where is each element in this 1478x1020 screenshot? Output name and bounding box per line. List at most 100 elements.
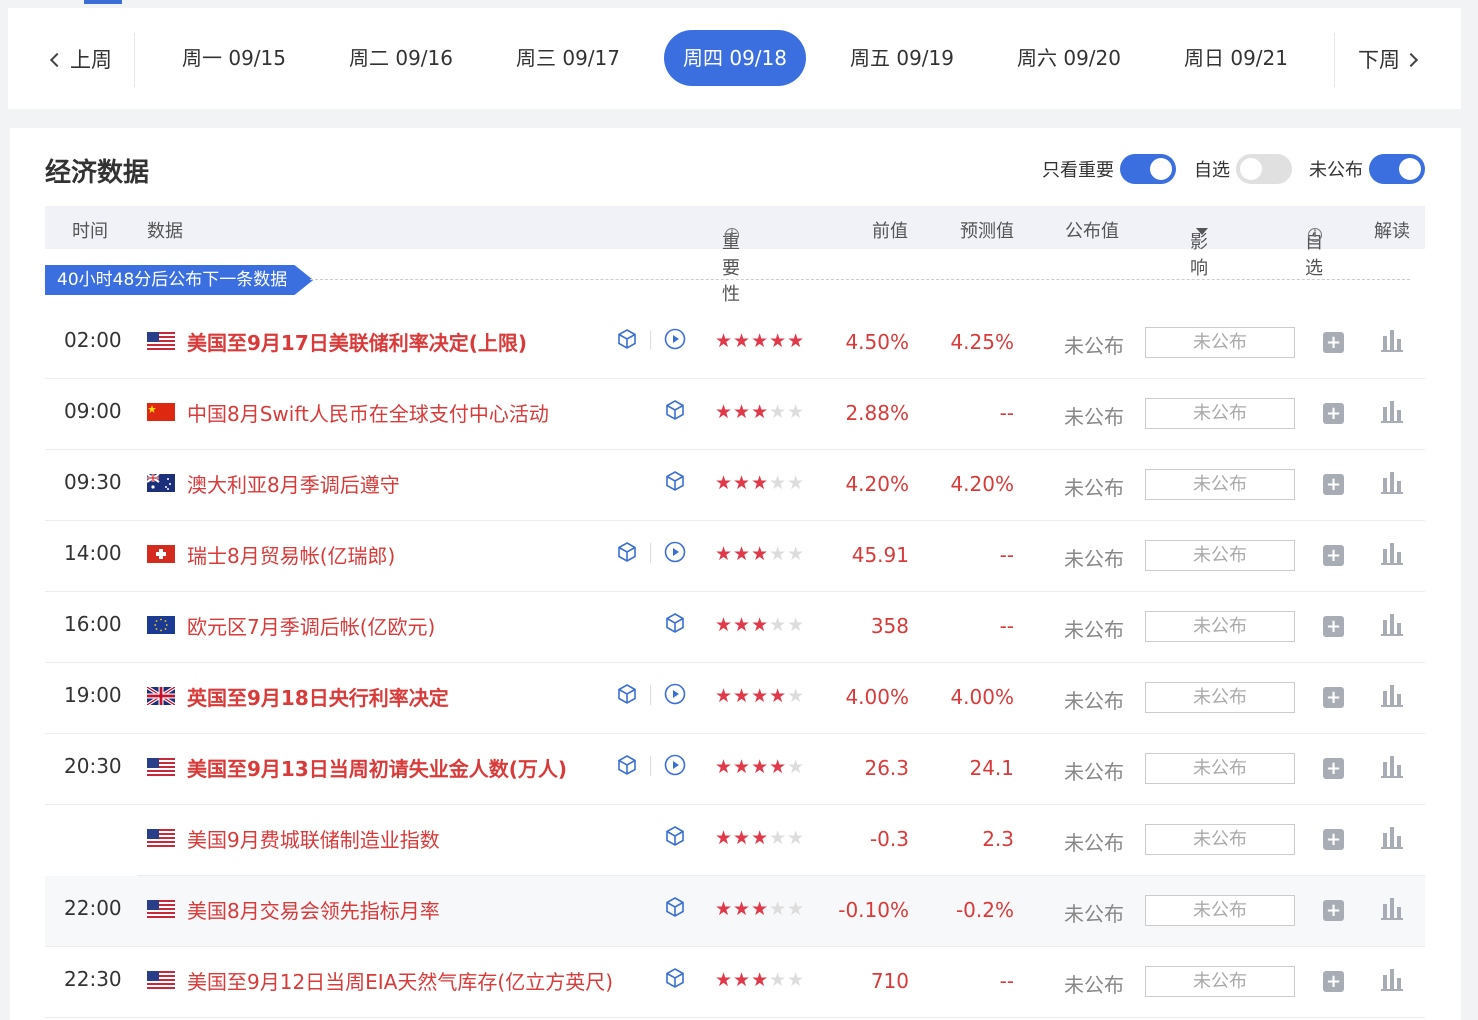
- add-to-watchlist-button[interactable]: +: [1323, 687, 1344, 708]
- divider: [1334, 33, 1335, 87]
- publish-status: 未公布: [1064, 689, 1124, 713]
- day-tab-mon[interactable]: 周一 09/15: [163, 30, 305, 86]
- event-name[interactable]: 中国8月Swift人民币在全球支付中心活动: [187, 398, 549, 427]
- bar-chart-icon[interactable]: [1381, 541, 1403, 565]
- col-analysis: 解读: [1374, 221, 1410, 242]
- data-cube-icon[interactable]: [664, 470, 686, 492]
- data-cube-icon[interactable]: [664, 825, 686, 847]
- add-to-watchlist-button[interactable]: +: [1323, 616, 1344, 637]
- event-row: 22:30 美国至9月12日当周EIA天然气库存(亿立方英尺) ★★★★★ 710 --…: [45, 947, 1425, 1018]
- actual-value-input[interactable]: 未公布: [1145, 753, 1295, 784]
- info-icon[interactable]: i: [1308, 228, 1322, 242]
- data-cube-icon[interactable]: [616, 328, 638, 350]
- data-cube-icon[interactable]: [616, 541, 638, 563]
- publish-status: 未公布: [1064, 618, 1124, 642]
- important-only-toggle[interactable]: [1120, 154, 1176, 184]
- prev-week-button[interactable]: 上周: [48, 42, 112, 78]
- flag-us-icon: [147, 331, 175, 350]
- bar-chart-icon[interactable]: [1381, 754, 1403, 778]
- actual-value-input[interactable]: 未公布: [1145, 540, 1295, 571]
- bar-chart-icon[interactable]: [1381, 825, 1403, 849]
- actual-value-input[interactable]: 未公布: [1145, 824, 1295, 855]
- col-actual: 公布值: [1065, 221, 1119, 242]
- bar-chart-icon[interactable]: [1381, 612, 1403, 636]
- event-name[interactable]: 美国至9月13日当周初请失业金人数(万人): [187, 753, 567, 782]
- toggle-knob: [1150, 158, 1172, 180]
- play-video-icon[interactable]: [664, 541, 686, 563]
- day-tab-wed[interactable]: 周三 09/17: [497, 30, 639, 86]
- event-name[interactable]: 英国至9月18日央行利率决定: [187, 682, 449, 711]
- day-tab-fri[interactable]: 周五 09/19: [831, 30, 973, 86]
- event-row: 19:00 英国至9月18日央行利率决定 ★★★★★ 4.00% 4.00% 未公布 未公布…: [45, 663, 1425, 734]
- data-cube-icon[interactable]: [664, 896, 686, 918]
- forecast-value: --: [999, 614, 1014, 638]
- unpublished-toggle[interactable]: [1369, 154, 1425, 184]
- next-week-button[interactable]: 下周: [1358, 42, 1419, 78]
- bar-chart-icon[interactable]: [1381, 328, 1403, 352]
- chevron-left-icon: [49, 52, 65, 68]
- play-video-icon[interactable]: [664, 683, 686, 705]
- event-name[interactable]: 美国至9月12日当周EIA天然气库存(亿立方英尺): [187, 966, 613, 995]
- data-cube-icon[interactable]: [616, 683, 638, 705]
- divider: [134, 33, 135, 87]
- add-to-watchlist-button[interactable]: +: [1323, 403, 1344, 424]
- actual-value-input[interactable]: 未公布: [1145, 895, 1295, 926]
- actual-value-input[interactable]: 未公布: [1145, 611, 1295, 642]
- toggle-knob: [1240, 158, 1262, 180]
- event-name[interactable]: 瑞士8月贸易帐(亿瑞郎): [187, 540, 395, 569]
- actual-value-input[interactable]: 未公布: [1145, 469, 1295, 500]
- play-video-icon[interactable]: [664, 754, 686, 776]
- col-impact-label: 影响: [1190, 232, 1208, 279]
- bar-chart-icon[interactable]: [1381, 683, 1403, 707]
- previous-value: 45.91: [851, 543, 909, 567]
- watchlist-filter: 自选: [1194, 154, 1292, 184]
- event-time: 09:30: [64, 470, 122, 494]
- important-only-label: 只看重要: [1042, 160, 1114, 181]
- event-name[interactable]: 美国8月交易会领先指标月率: [187, 895, 440, 924]
- data-cube-icon[interactable]: [616, 754, 638, 776]
- actual-value-input[interactable]: 未公布: [1145, 966, 1295, 997]
- publish-status: 未公布: [1064, 334, 1124, 358]
- bar-chart-icon[interactable]: [1381, 967, 1403, 991]
- bar-chart-icon[interactable]: [1381, 470, 1403, 494]
- panel-title: 经济数据: [45, 158, 150, 188]
- data-cube-icon[interactable]: [664, 967, 686, 989]
- publish-status: 未公布: [1064, 902, 1124, 926]
- previous-value: -0.10%: [838, 898, 909, 922]
- day-tab-sat[interactable]: 周六 09/20: [998, 30, 1140, 86]
- bar-chart-icon[interactable]: [1381, 896, 1403, 920]
- event-name[interactable]: 美国至9月17日美联储利率决定(上限): [187, 327, 527, 356]
- col-forecast: 预测值: [960, 221, 1014, 242]
- watchlist-toggle[interactable]: [1236, 154, 1292, 184]
- day-tab-thu[interactable]: 周四 09/18: [664, 30, 806, 86]
- bar-chart-icon[interactable]: [1381, 399, 1403, 423]
- actual-value-input[interactable]: 未公布: [1145, 327, 1295, 358]
- add-to-watchlist-button[interactable]: +: [1323, 332, 1344, 353]
- info-icon[interactable]: i: [725, 228, 739, 242]
- add-to-watchlist-button[interactable]: +: [1323, 971, 1344, 992]
- event-time: 20:30: [64, 754, 122, 778]
- event-name[interactable]: 澳大利亚8月季调后遵守: [187, 469, 400, 498]
- event-row: 22:00 美国8月交易会领先指标月率 ★★★★★ -0.10% -0.2% 未公布 未公布…: [45, 876, 1425, 947]
- event-time: 22:00: [64, 896, 122, 920]
- add-to-watchlist-button[interactable]: +: [1323, 829, 1344, 850]
- event-row: 14:00 瑞士8月贸易帐(亿瑞郎) ★★★★★ 45.91 -- 未公布 未公布 +: [45, 521, 1425, 592]
- actual-value-input[interactable]: 未公布: [1145, 682, 1295, 713]
- day-tab-tue[interactable]: 周二 09/16: [330, 30, 472, 86]
- data-cube-icon[interactable]: [664, 612, 686, 634]
- actual-value-input[interactable]: 未公布: [1145, 398, 1295, 429]
- add-to-watchlist-button[interactable]: +: [1323, 758, 1344, 779]
- divider: [650, 543, 651, 563]
- event-name[interactable]: 美国9月费城联储制造业指数: [187, 824, 440, 853]
- day-tab-sun[interactable]: 周日 09/21: [1165, 30, 1307, 86]
- importance-stars: ★★★★★: [715, 614, 806, 636]
- data-cube-icon[interactable]: [664, 399, 686, 421]
- top-tab-indicator: [84, 0, 122, 4]
- forecast-value: --: [999, 401, 1014, 425]
- col-previous: 前值: [872, 221, 908, 242]
- add-to-watchlist-button[interactable]: +: [1323, 900, 1344, 921]
- event-name[interactable]: 欧元区7月季调后帐(亿欧元): [187, 611, 435, 640]
- play-video-icon[interactable]: [664, 328, 686, 350]
- add-to-watchlist-button[interactable]: +: [1323, 545, 1344, 566]
- add-to-watchlist-button[interactable]: +: [1323, 474, 1344, 495]
